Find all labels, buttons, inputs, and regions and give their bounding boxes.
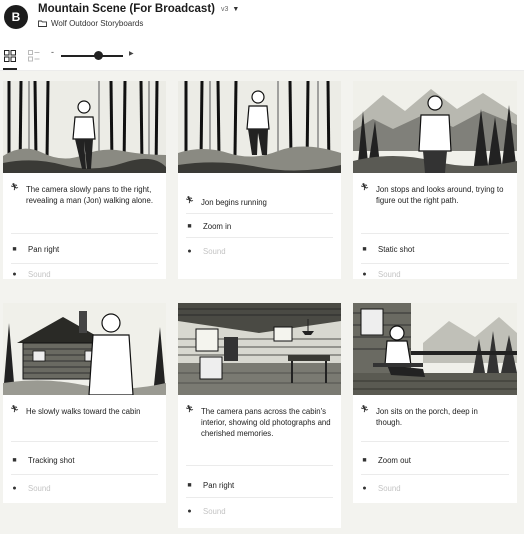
video-camera-icon: ■ (362, 246, 367, 253)
frame-card-4[interactable]: 🏃︎ He slowly walks toward the cabin ■ Tr… (3, 303, 166, 503)
app-header: B Mountain Scene (For Broadcast) v3 ▼ Wo… (0, 0, 524, 44)
divider (186, 237, 333, 238)
frame-image-5[interactable] (178, 303, 341, 395)
storyboard-grid: 🏃︎ The camera slowly pans to the right, … (0, 71, 524, 534)
frame-description-4[interactable]: 🏃︎ He slowly walks toward the cabin (10, 406, 156, 417)
video-camera-icon: ■ (362, 457, 367, 464)
brand-logo[interactable]: B (4, 5, 28, 29)
project-title-row[interactable]: Mountain Scene (For Broadcast) v3 ▼ (38, 3, 239, 15)
microphone-icon: ● (362, 485, 367, 492)
divider (11, 441, 158, 442)
version-label[interactable]: v3 (221, 6, 228, 13)
frame-description-1[interactable]: 🏃︎ The camera slowly pans to the right, … (10, 184, 156, 206)
sound-field-3[interactable]: ● Sound (361, 270, 400, 279)
running-figure-icon: 🏃︎ (360, 184, 369, 191)
sound-field-4[interactable]: ● Sound (11, 484, 50, 493)
frame-description-2[interactable]: 🏃︎ Jon begins running (185, 197, 331, 208)
video-camera-icon: ■ (187, 482, 192, 489)
microphone-icon: ● (362, 271, 367, 278)
divider (361, 474, 509, 475)
microphone-icon: ● (12, 271, 17, 278)
running-figure-icon: 🏃︎ (10, 406, 19, 413)
list-view-icon (28, 50, 40, 62)
sound-field-6[interactable]: ● Sound (361, 484, 400, 493)
divider (186, 465, 333, 466)
caret-right-icon[interactable]: ▶ (129, 50, 134, 57)
running-figure-icon: 🏃︎ (10, 184, 19, 191)
sound-field-5[interactable]: ● Sound (186, 507, 225, 516)
grid-view-icon (4, 50, 16, 62)
microphone-icon: ● (12, 485, 17, 492)
microphone-icon: ● (187, 508, 192, 515)
folder-name[interactable]: Wolf Outdoor Storyboards (51, 19, 143, 28)
running-figure-icon: 🏃︎ (185, 406, 194, 413)
project-title[interactable]: Mountain Scene (For Broadcast) (38, 3, 215, 15)
sound-field-2[interactable]: ● Sound (186, 247, 225, 256)
folder-icon (38, 20, 47, 27)
chevron-down-icon[interactable]: ▼ (232, 6, 239, 13)
grid-view-button[interactable] (3, 49, 17, 63)
frame-image-3[interactable] (353, 81, 517, 173)
divider (186, 497, 333, 498)
camera-direction-4[interactable]: ■ Tracking shot (11, 456, 74, 465)
frame-card-6[interactable]: 🏃︎ Jon sits on the porch, deep in though… (353, 303, 517, 503)
breadcrumb[interactable]: Wolf Outdoor Storyboards (38, 19, 143, 28)
frame-card-5[interactable]: 🏃︎ The camera pans across the cabin's in… (178, 303, 341, 528)
camera-direction-3[interactable]: ■ Static shot (361, 245, 414, 254)
microphone-icon: ● (187, 248, 192, 255)
divider (11, 233, 158, 234)
frame-description-5[interactable]: 🏃︎ The camera pans across the cabin's in… (185, 406, 331, 439)
frame-description-6[interactable]: 🏃︎ Jon sits on the porch, deep in though… (360, 406, 506, 428)
running-figure-icon: 🏃︎ (185, 197, 194, 204)
divider (11, 263, 158, 264)
zoom-out-label[interactable]: - (51, 47, 54, 57)
camera-direction-2[interactable]: ■ Zoom in (186, 222, 231, 231)
frame-card-2[interactable]: 🏃︎ Jon begins running ■ Zoom in ● Sound (178, 81, 341, 279)
frame-image-2[interactable] (178, 81, 341, 173)
frame-card-1[interactable]: 🏃︎ The camera slowly pans to the right, … (3, 81, 166, 279)
running-figure-icon: 🏃︎ (360, 406, 369, 413)
divider (361, 441, 509, 442)
zoom-slider-track[interactable] (61, 55, 123, 57)
camera-direction-6[interactable]: ■ Zoom out (361, 456, 411, 465)
zoom-slider-handle[interactable] (93, 51, 103, 60)
camera-direction-5[interactable]: ■ Pan right (186, 481, 234, 490)
frame-image-6[interactable] (353, 303, 517, 395)
divider (361, 233, 509, 234)
sound-field-1[interactable]: ● Sound (11, 270, 50, 279)
logo-letter: B (11, 10, 21, 24)
divider (11, 474, 158, 475)
divider (186, 213, 333, 214)
frame-image-4[interactable] (3, 303, 166, 395)
video-camera-icon: ■ (187, 223, 192, 230)
frame-image-1[interactable] (3, 81, 166, 173)
camera-direction-1[interactable]: ■ Pan right (11, 245, 59, 254)
frame-description-3[interactable]: 🏃︎ Jon stops and looks around, trying to… (360, 184, 506, 206)
view-toolbar (0, 44, 524, 71)
video-camera-icon: ■ (12, 457, 17, 464)
video-camera-icon: ■ (12, 246, 17, 253)
divider (361, 263, 509, 264)
list-view-button[interactable] (27, 49, 41, 63)
frame-card-3[interactable]: 🏃︎ Jon stops and looks around, trying to… (353, 81, 517, 279)
active-view-indicator (3, 68, 17, 70)
